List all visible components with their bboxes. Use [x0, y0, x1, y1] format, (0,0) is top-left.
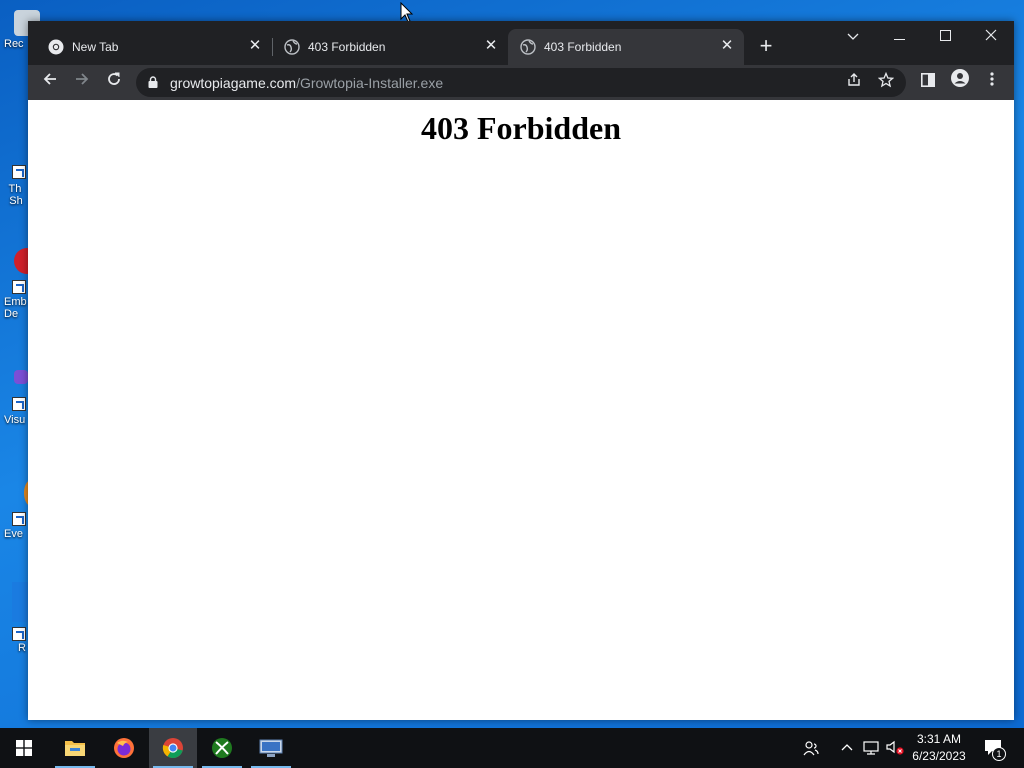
network-status-button[interactable] — [860, 728, 882, 768]
reload-button[interactable] — [100, 69, 128, 97]
url-text[interactable]: growtopiagame.com/Growtopia-Installer.ex… — [170, 75, 443, 91]
browser-window: New Tab ✕ 403 Forbidden ✕ 403 Forbidden … — [28, 21, 1014, 720]
taskbar: 3:31 AM 6/23/2023 1 — [0, 728, 1024, 768]
shortcut-arrow-icon — [12, 280, 26, 294]
close-tab-icon[interactable]: ✕ — [718, 37, 736, 55]
close-icon — [985, 29, 997, 41]
menu-button[interactable] — [978, 69, 1006, 97]
chevron-down-icon — [847, 33, 859, 40]
tab-403-forbidden-1[interactable]: 403 Forbidden ✕ — [272, 29, 508, 65]
people-icon — [803, 741, 819, 756]
taskbar-network-app[interactable] — [247, 728, 295, 768]
globe-icon — [284, 39, 300, 55]
people-button[interactable] — [798, 728, 824, 768]
address-bar[interactable]: growtopiagame.com/Growtopia-Installer.ex… — [136, 68, 906, 97]
url-path: /Growtopia-Installer.exe — [296, 75, 444, 91]
shortcut-arrow-icon — [12, 397, 26, 411]
globe-icon — [520, 39, 536, 55]
windows-logo-icon — [16, 740, 32, 756]
url-host: growtopiagame.com — [170, 75, 297, 91]
share-button[interactable] — [843, 72, 865, 94]
forward-button[interactable] — [68, 69, 96, 97]
close-window-button[interactable] — [968, 21, 1014, 51]
taskbar-clock[interactable]: 3:31 AM 6/23/2023 — [906, 731, 972, 765]
maximize-icon — [939, 30, 951, 41]
taskbar-xbox[interactable] — [198, 728, 246, 768]
bookmark-button[interactable] — [875, 71, 897, 94]
page-viewport: 403 Forbidden — [28, 100, 1014, 720]
tab-search-button[interactable] — [830, 21, 876, 51]
star-icon — [877, 71, 895, 88]
taskbar-firefox[interactable] — [100, 728, 148, 768]
browser-toolbar: growtopiagame.com/Growtopia-Installer.ex… — [28, 65, 1014, 100]
tab-new-tab[interactable]: New Tab ✕ — [36, 29, 272, 65]
firefox-icon — [114, 738, 134, 758]
network-app-icon — [259, 739, 283, 757]
notification-count-badge: 1 — [992, 747, 1006, 761]
shortcut-arrow-icon — [12, 512, 26, 526]
share-icon — [848, 73, 860, 86]
tab-title: New Tab — [72, 40, 119, 54]
close-tab-icon[interactable]: ✕ — [246, 37, 264, 55]
taskbar-file-explorer[interactable] — [51, 728, 99, 768]
chrome-icon — [48, 39, 64, 55]
shortcut-arrow-icon — [12, 165, 26, 179]
folder-icon — [65, 741, 85, 756]
xbox-icon — [212, 738, 232, 758]
arrow-left-icon — [43, 73, 56, 85]
back-button[interactable] — [36, 69, 64, 97]
chrome-icon — [162, 738, 183, 759]
maximize-button[interactable] — [922, 21, 968, 51]
network-icon — [863, 741, 879, 755]
clock-time: 3:31 AM — [916, 732, 962, 746]
action-center-button[interactable]: 1 — [980, 728, 1010, 768]
kebab-menu-icon — [990, 72, 994, 86]
minimize-icon — [893, 39, 905, 40]
page-title: 403 Forbidden — [420, 110, 622, 146]
tab-title: 403 Forbidden — [544, 40, 622, 54]
tab-403-forbidden-2[interactable]: 403 Forbidden ✕ — [508, 29, 744, 65]
volume-button[interactable] — [884, 728, 906, 768]
shortcut-arrow-icon — [12, 627, 26, 641]
taskbar-chrome[interactable] — [149, 728, 197, 768]
tab-strip: New Tab ✕ 403 Forbidden ✕ 403 Forbidden … — [28, 21, 1014, 65]
tab-title: 403 Forbidden — [308, 40, 386, 54]
side-panel-icon — [921, 73, 935, 87]
show-hidden-icons-button[interactable] — [838, 728, 856, 768]
visual-studio-icon — [14, 370, 28, 384]
person-icon — [951, 69, 969, 87]
reload-icon — [108, 72, 120, 85]
speaker-muted-icon — [886, 740, 904, 755]
clock-date: 6/23/2023 — [912, 749, 966, 763]
profile-button[interactable] — [946, 69, 974, 97]
new-tab-button[interactable]: + — [755, 35, 777, 58]
minimize-button[interactable] — [876, 21, 922, 51]
lock-icon[interactable] — [148, 76, 158, 88]
start-button[interactable] — [0, 728, 48, 768]
side-panel-button[interactable] — [914, 69, 942, 97]
arrow-right-icon — [76, 73, 89, 85]
chevron-up-icon — [841, 744, 853, 751]
desktop-icon-label: Th Sh — [8, 183, 24, 207]
close-tab-icon[interactable]: ✕ — [482, 37, 500, 55]
